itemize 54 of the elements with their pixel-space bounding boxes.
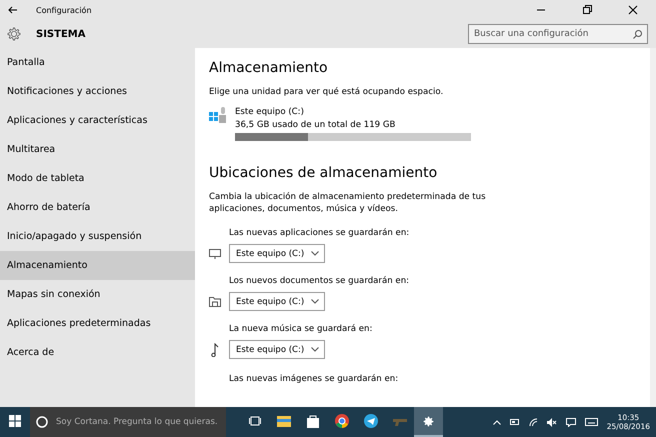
window-title: Configuración	[36, 6, 92, 14]
sidebar-item[interactable]: Ahorro de batería	[0, 193, 195, 222]
folder-icon	[209, 296, 221, 308]
location-label: Los nuevos documentos se guardarán en:	[229, 275, 410, 288]
search-field[interactable]: Buscar una configuración	[468, 24, 648, 44]
search-icon	[633, 30, 642, 38]
browser-icon	[334, 414, 348, 428]
sidebar-item[interactable]: Multitarea	[0, 135, 195, 164]
gun-icon	[392, 416, 406, 426]
location-dropdown[interactable]: Este equipo (C:)	[229, 292, 325, 312]
chevron-down-icon	[311, 347, 319, 352]
battery-icon[interactable]	[510, 419, 520, 425]
chevron-down-icon	[311, 299, 319, 304]
sidebar-item[interactable]: Modo de tableta	[0, 164, 195, 193]
description: Elige una unidad para ver qué está ocupando espacio.	[209, 86, 444, 98]
sidebar-item[interactable]: Pantalla	[0, 48, 195, 77]
shopping-bag-icon	[306, 414, 318, 428]
location-label: Las nuevas imágenes se guardarán en:	[229, 373, 400, 386]
chevron-up-icon[interactable]	[492, 420, 501, 424]
task-view-icon	[248, 416, 260, 426]
cortana-search-field[interactable]: Soy Cortana. Pregunta lo que quieras.	[30, 407, 226, 437]
heading: Almacenamiento	[209, 60, 329, 76]
paper-plane-icon	[364, 414, 378, 428]
gear-icon	[6, 26, 22, 42]
monitor-icon	[209, 248, 221, 259]
description: Cambia la ubicación de almacenamiento predeterminada de tus aplicaciones, documentos, música y vídeos.	[209, 191, 487, 216]
folder-icon	[276, 415, 290, 427]
sidebar-item[interactable]: Aplicaciones y características	[0, 106, 195, 135]
heading: Ubicaciones de almacenamiento	[209, 165, 438, 182]
drive-name[interactable]: Este equipo (C:)	[235, 106, 471, 118]
sidebar-item[interactable]: Mapas sin conexión	[0, 280, 195, 309]
gear-icon	[422, 414, 435, 428]
drive-usage: 36,5 GB usado de un total de 119 GB	[235, 119, 396, 132]
drive-icon	[209, 106, 227, 124]
windows-logo-icon	[9, 415, 21, 427]
location-dropdown[interactable]: Este equipo (C:)	[229, 340, 325, 360]
chevron-down-icon	[311, 251, 319, 256]
location-dropdown[interactable]: Este equipo (C:)	[229, 244, 325, 264]
notification-icon[interactable]	[566, 418, 576, 426]
sidebar-item[interactable]: Acerca de	[0, 338, 195, 367]
taskbar-app[interactable]	[414, 407, 443, 437]
sidebar-item[interactable]: Aplicaciones predeterminadas	[0, 309, 195, 338]
sidebar-item[interactable]: Notificaciones y acciones	[0, 77, 195, 106]
speaker-muted-icon[interactable]	[546, 418, 557, 426]
location-label: La nueva música se guardará en:	[229, 323, 374, 336]
keyboard-icon[interactable]	[584, 418, 598, 426]
location-label: Las nuevas aplicaciones se guardarán en:	[229, 227, 410, 240]
section-title: SISTEMA	[36, 28, 86, 40]
sidebar-item[interactable]: Inicio/apagado y suspensión	[0, 222, 195, 251]
wifi-icon[interactable]	[528, 418, 538, 426]
circle-icon	[36, 416, 48, 428]
music-note-icon	[211, 342, 219, 357]
sidebar-item[interactable]: Almacenamiento	[0, 251, 195, 280]
back-arrow-icon[interactable]	[8, 6, 18, 14]
